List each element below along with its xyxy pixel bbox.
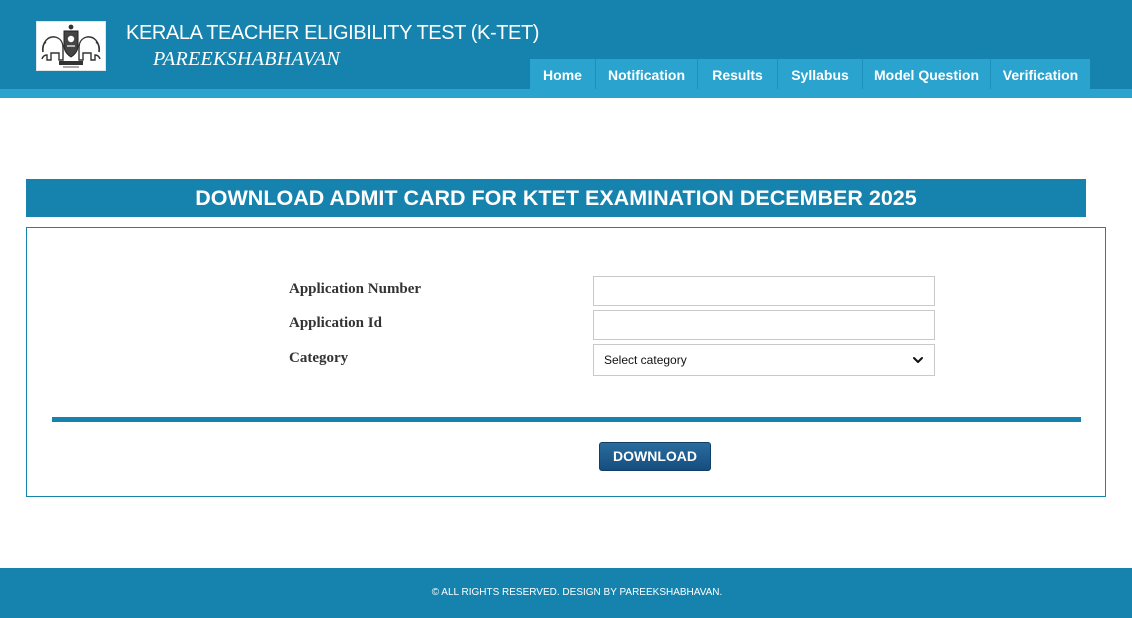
admit-card-form: Application Number Application Id Catego… xyxy=(26,227,1106,497)
page: KERALA TEACHER ELIGIBILITY TEST (K-TET) … xyxy=(0,0,1132,618)
site-header: KERALA TEACHER ELIGIBILITY TEST (K-TET) … xyxy=(0,0,1132,89)
nav-home[interactable]: Home xyxy=(530,59,596,89)
nav-results[interactable]: Results xyxy=(698,59,778,89)
header-strip xyxy=(0,89,1132,98)
form-divider xyxy=(52,417,1081,422)
site-footer: © ALL RIGHTS RESERVED. DESIGN BY PAREEKS… xyxy=(0,568,1132,618)
category-select[interactable]: Select category xyxy=(593,344,935,376)
page-title: DOWNLOAD ADMIT CARD FOR KTET EXAMINATION… xyxy=(26,179,1086,217)
nav-notification[interactable]: Notification xyxy=(596,59,698,89)
chevron-down-icon xyxy=(913,357,923,363)
site-title: KERALA TEACHER ELIGIBILITY TEST (K-TET) xyxy=(126,22,540,44)
application-id-input[interactable] xyxy=(593,310,935,340)
application-number-label: Application Number xyxy=(289,281,422,297)
nav-syllabus[interactable]: Syllabus xyxy=(778,59,863,89)
download-button[interactable]: DOWNLOAD xyxy=(599,442,711,471)
nav-verification[interactable]: Verification xyxy=(991,59,1090,89)
site-subtitle: PAREEKSHABHAVAN xyxy=(153,48,341,70)
main-nav: Home Notification Results Syllabus Model… xyxy=(530,59,1090,89)
nav-model-question[interactable]: Model Question xyxy=(863,59,991,89)
kerala-emblem-icon xyxy=(36,21,106,71)
application-id-label: Application Id xyxy=(289,315,382,331)
category-label: Category xyxy=(289,350,349,366)
footer-copyright: © ALL RIGHTS RESERVED. DESIGN BY PAREEKS… xyxy=(431,587,723,598)
category-selected-value: Select category xyxy=(604,353,687,367)
application-number-input[interactable] xyxy=(593,276,935,306)
